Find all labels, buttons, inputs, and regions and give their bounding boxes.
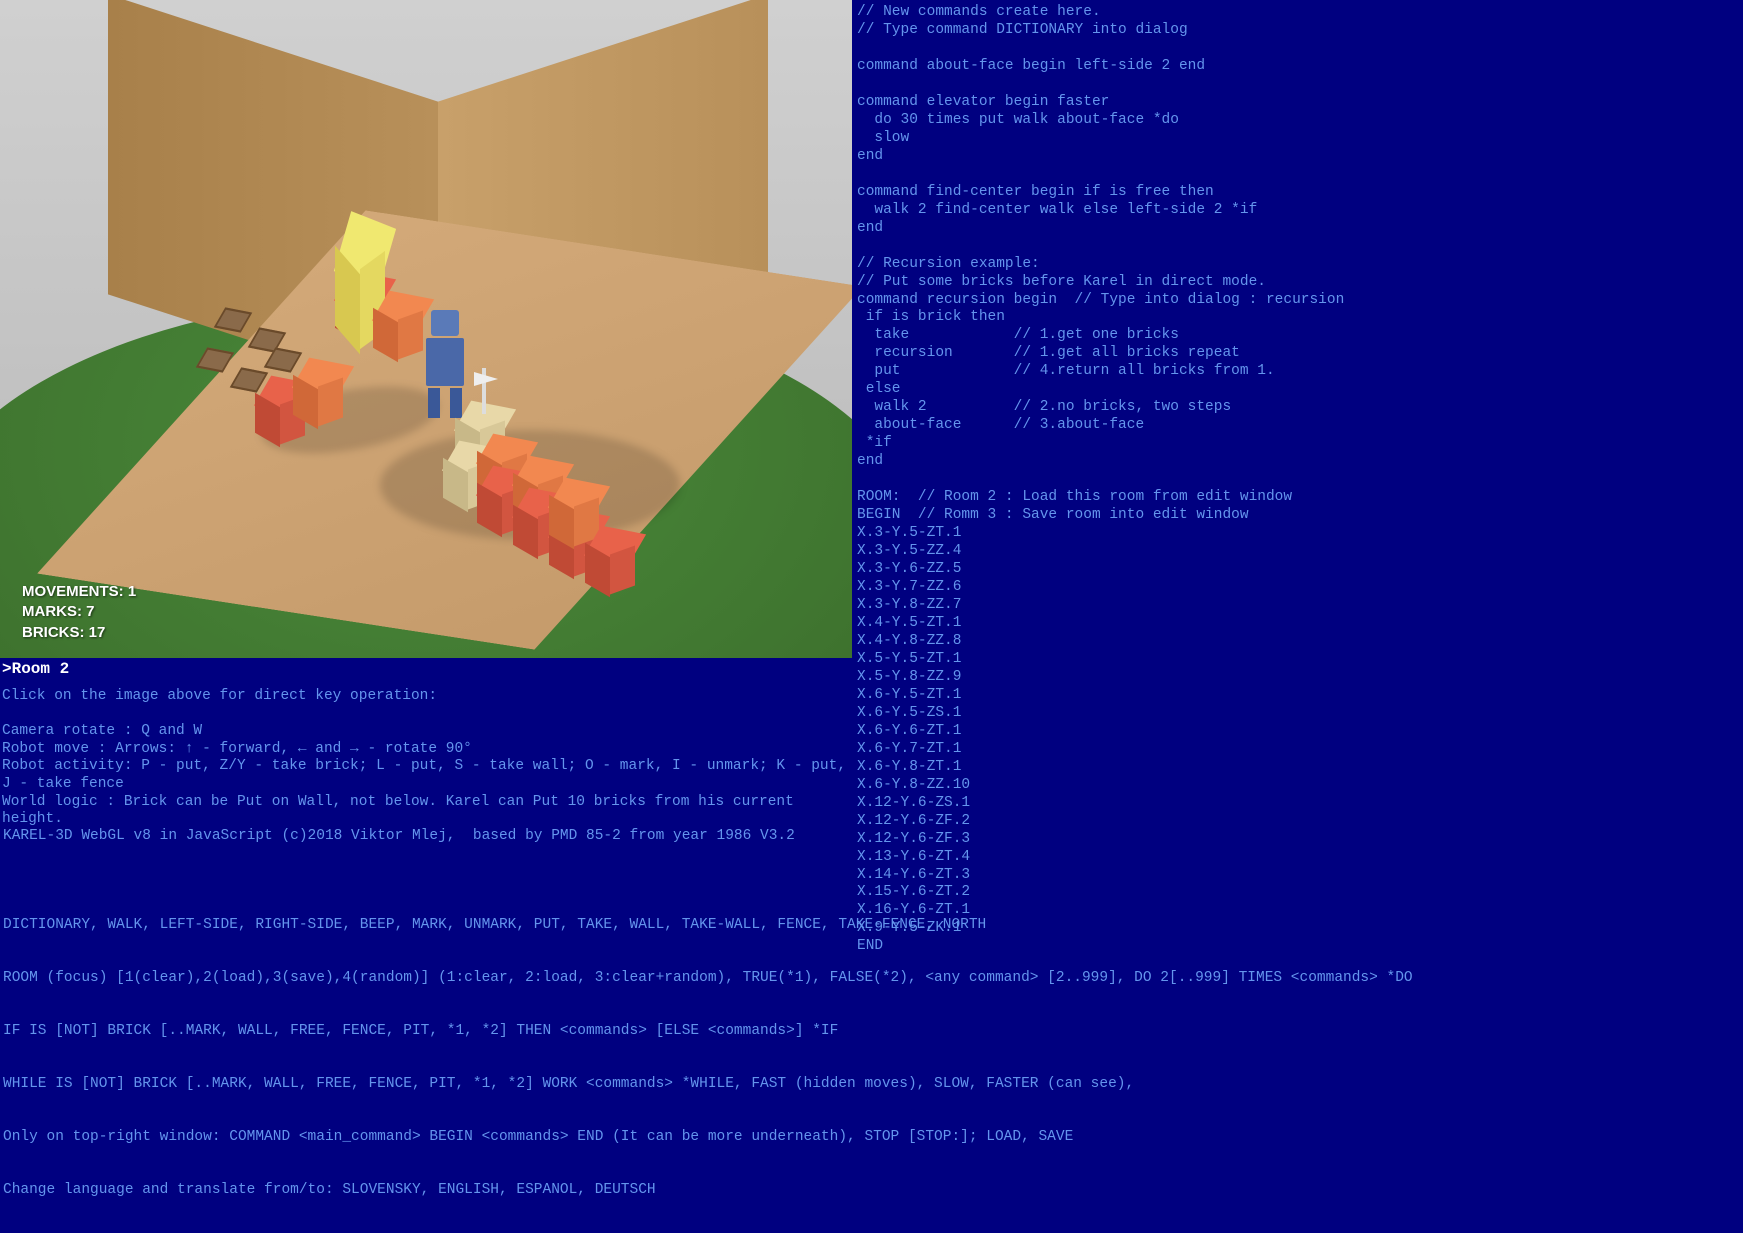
viewport-3d[interactable]: MOVEMENTS: 1 MARKS: 7 BRICKS: 17 <box>0 0 852 658</box>
bricks-label: BRICKS: <box>22 624 85 641</box>
help-activity: Robot activity: P - put, Z/Y - take bric… <box>2 758 852 793</box>
dict-line4: WHILE IS [NOT] BRICK [..MARK, WALL, FREE… <box>3 1076 1333 1094</box>
dict-line5: Only on top-right window: COMMAND <main_… <box>3 1129 1333 1147</box>
bricks-value: 17 <box>89 624 106 641</box>
marks-label: MARKS: <box>22 603 82 620</box>
help-move: Robot move : Arrows: ↑ - forward, ← and … <box>2 741 852 759</box>
brick <box>554 482 604 532</box>
dict-line3: IF IS [NOT] BRICK [..MARK, WALL, FREE, F… <box>3 1023 1333 1041</box>
dict-line6: Change language and translate from/to: S… <box>3 1182 1333 1200</box>
dict-line2: ROOM (focus) [1(clear),2(load),3(save),4… <box>3 970 1333 988</box>
brick <box>298 362 348 412</box>
movements-value: 1 <box>128 583 136 600</box>
code-editor[interactable]: // New commands create here. // Type com… <box>857 4 1337 956</box>
flag-icon <box>470 368 500 418</box>
marks-value: 7 <box>86 603 94 620</box>
console-prompt[interactable]: >Room 2 <box>2 660 852 680</box>
console-hint: Click on the image above for direct key … <box>2 688 852 706</box>
movements-label: MOVEMENTS: <box>22 583 124 600</box>
karel-robot <box>420 310 470 420</box>
brick <box>590 530 640 580</box>
help-camera: Camera rotate : Q and W <box>2 723 852 741</box>
hud-stats: MOVEMENTS: 1 MARKS: 7 BRICKS: 17 <box>22 582 136 643</box>
